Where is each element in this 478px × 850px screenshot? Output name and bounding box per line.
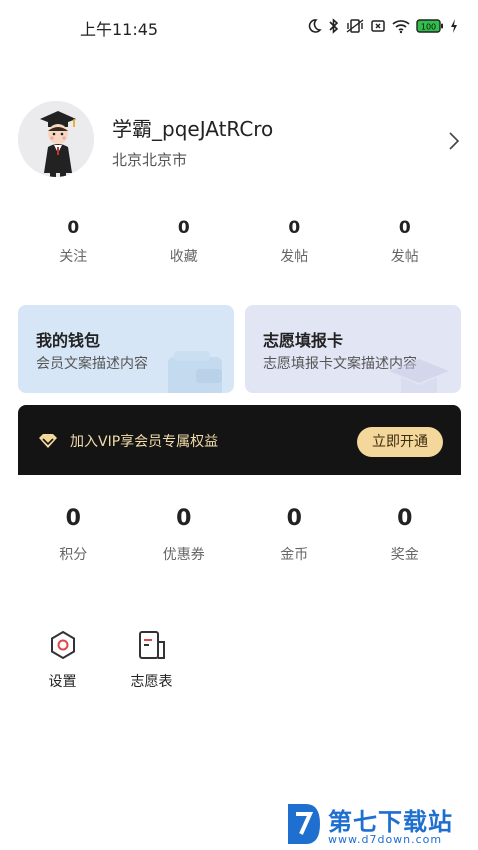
watermark-url: www.d7down.com [328,833,443,846]
charging-icon [451,19,457,33]
tool-volunteer-form[interactable]: 志愿表 [107,625,196,691]
wallet-card-desc: 会员文案描述内容 [36,356,148,372]
stat-label: 关注 [59,249,88,265]
location: 北京北京市 [112,151,188,169]
stat-value: 0 [177,218,190,238]
stat-bonus[interactable]: 0 奖金 [350,506,461,564]
stat-label: 收藏 [169,249,198,265]
wallet-stats: 0 积分 0 优惠券 0 金币 0 奖金 [18,506,460,564]
watermark-title: 第七下载站 [328,808,453,836]
watermark: 第七下载站 www.d7down.com [284,800,474,850]
stat-following[interactable]: 0 关注 [18,218,129,266]
diamond-icon [39,434,57,448]
chevron-right-icon[interactable] [448,131,460,151]
stat-coupons[interactable]: 0 优惠券 [129,506,240,564]
graduation-cap-icon [389,359,449,393]
tool-label: 志愿表 [130,674,173,690]
moon-icon [308,19,322,33]
vibrate-icon [346,19,364,33]
vip-text: 加入VIP享会员专属权益 [70,434,219,450]
stat-label: 金币 [280,547,309,563]
wallet-icon [168,351,222,393]
status-icons: 100 [306,15,458,37]
stat-label: 优惠券 [162,547,205,563]
document-icon [138,631,165,659]
vip-open-button[interactable]: 立即开通 [357,427,443,457]
wallet-card-title: 我的钱包 [36,331,101,350]
wallet-card[interactable]: 我的钱包 会员文案描述内容 [18,305,234,393]
d7down-logo-icon [288,804,320,844]
volunteer-card[interactable]: 志愿填报卡 志愿填报卡文案描述内容 [245,305,461,393]
stat-value: 0 [398,218,411,238]
stat-value: 0 [67,218,80,238]
stat-posts[interactable]: 0 发帖 [239,218,350,266]
battery-icon: 100 [416,19,443,33]
settings-hexagon-icon [50,630,75,660]
stat-posts-2[interactable]: 0 发帖 [350,218,461,266]
svg-text:100: 100 [421,23,436,32]
stat-label: 发帖 [390,249,419,265]
volunteer-card-title: 志愿填报卡 [263,331,344,350]
stat-points[interactable]: 0 积分 [18,506,129,564]
stat-value: 0 [65,506,81,531]
tools-grid: 设置 志愿表 [18,625,196,691]
stat-coins[interactable]: 0 金币 [239,506,350,564]
tool-settings[interactable]: 设置 [18,625,107,691]
stat-value: 0 [176,506,192,531]
stat-label: 积分 [59,547,88,563]
stat-value: 0 [288,218,301,238]
username: 学霸_pqeJAtRCro [112,117,274,141]
stat-label: 发帖 [280,249,309,265]
stat-value: 0 [397,506,413,531]
stat-label: 奖金 [390,547,419,563]
sim-off-icon [371,20,385,32]
bluetooth-icon [329,18,339,34]
graduate-avatar-icon [18,101,94,177]
tool-label: 设置 [48,674,77,690]
status-bar: 上午11:45 100 [0,0,478,52]
profile-header[interactable]: 学霸_pqeJAtRCro 北京北京市 [0,95,478,185]
status-time: 上午11:45 [80,20,159,39]
wifi-icon [392,20,410,34]
social-stats: 0 关注 0 收藏 0 发帖 0 发帖 [18,218,460,266]
stat-favorites[interactable]: 0 收藏 [129,218,240,266]
avatar[interactable] [18,101,94,177]
vip-banner[interactable]: 加入VIP享会员专属权益 立即开通 [18,405,461,475]
stat-value: 0 [286,506,302,531]
